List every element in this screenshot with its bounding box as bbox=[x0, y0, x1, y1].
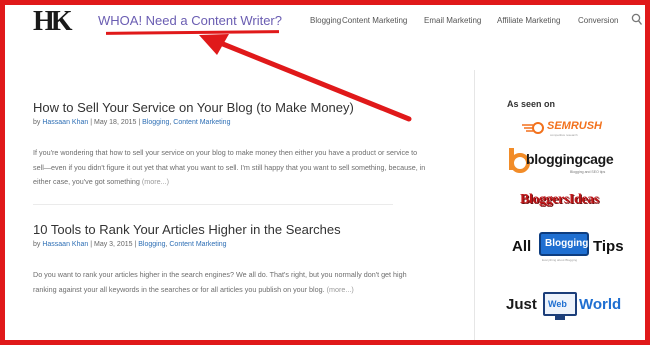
author-link[interactable]: Hassaan Khan bbox=[42, 119, 88, 126]
nav-item-email-marketing[interactable]: Email Marketing bbox=[424, 16, 481, 25]
allbloggingtips-word-blogging: Blogging bbox=[545, 238, 589, 249]
category-link[interactable]: Blogging bbox=[142, 119, 169, 126]
justwebworld-word-web: Web bbox=[548, 299, 567, 309]
post-divider bbox=[33, 204, 393, 205]
site-tagline[interactable]: WHOA! Need a Content Writer? bbox=[98, 13, 282, 28]
author-link[interactable]: Hassaan Khan bbox=[42, 241, 88, 248]
nav-item-affiliate-marketing[interactable]: Affiliate Marketing bbox=[497, 16, 560, 25]
meta-prefix: by bbox=[33, 119, 43, 126]
excerpt-text: If you're wondering that how to sell you… bbox=[33, 148, 426, 186]
annotation-arrow bbox=[199, 34, 412, 122]
allbloggingtips-word-all: All bbox=[512, 238, 532, 255]
nav-item-conversion[interactable]: Conversion bbox=[578, 16, 618, 25]
justwebworld-word-just: Just bbox=[506, 296, 537, 313]
category-link[interactable]: Blogging bbox=[138, 241, 165, 248]
nav-item-content-marketing[interactable]: Content Marketing bbox=[342, 16, 407, 25]
monitor-icon: Web bbox=[543, 292, 577, 316]
post-title[interactable]: 10 Tools to Rank Your Articles Higher in… bbox=[33, 222, 341, 237]
nav-item-blogging[interactable]: Blogging bbox=[310, 16, 341, 25]
sidebar-heading: As seen on bbox=[507, 99, 556, 109]
sidebar-separator bbox=[474, 70, 475, 340]
search-icon[interactable] bbox=[631, 13, 643, 27]
bloggingcage-tagline: Blogging and SEO tips bbox=[570, 170, 606, 174]
post-excerpt: If you're wondering that how to sell you… bbox=[33, 146, 428, 190]
bloggersideas-logo[interactable]: BloggersIdeas bbox=[520, 192, 620, 214]
read-more-link[interactable]: (more...) bbox=[142, 177, 169, 186]
post-date: May 3, 2015 bbox=[93, 241, 133, 248]
meta-prefix: by bbox=[33, 241, 43, 248]
category-link[interactable]: Content Marketing bbox=[169, 241, 226, 248]
allbloggingtips-tagline: Everything about Blogging bbox=[542, 258, 578, 262]
semrush-tagline: competitive research bbox=[550, 133, 578, 137]
semrush-logo[interactable]: SEMRUSH competitive research bbox=[522, 119, 620, 139]
bloggingcage-logo[interactable]: bloggingcage Blogging and SEO tips bbox=[508, 147, 614, 179]
bloggingcage-wordmark: bloggingcage bbox=[526, 151, 614, 167]
allbloggingtips-logo[interactable]: All Blogging Everything about Blogging T… bbox=[512, 232, 624, 268]
justwebworld-word-world: World bbox=[579, 296, 622, 313]
bloggersideas-wordmark: BloggersIdeas bbox=[520, 192, 599, 207]
allbloggingtips-word-tips: Tips bbox=[593, 238, 624, 255]
post-excerpt: Do you want to rank your articles higher… bbox=[33, 268, 428, 297]
post-date: May 18, 2015 bbox=[93, 119, 137, 126]
allbloggingtips-box: Blogging bbox=[539, 232, 589, 256]
semrush-wordmark: SEMRUSH bbox=[547, 120, 603, 132]
read-more-link[interactable]: (more...) bbox=[327, 285, 354, 294]
monitor-stand-icon bbox=[555, 316, 565, 320]
post-meta: by Hassaan Khan | May 3, 2015 | Blogging… bbox=[33, 241, 227, 248]
justwebworld-logo[interactable]: Just Web World bbox=[506, 292, 621, 328]
semrush-flame-icon bbox=[522, 122, 544, 134]
site-logo[interactable]: HK bbox=[33, 7, 73, 37]
